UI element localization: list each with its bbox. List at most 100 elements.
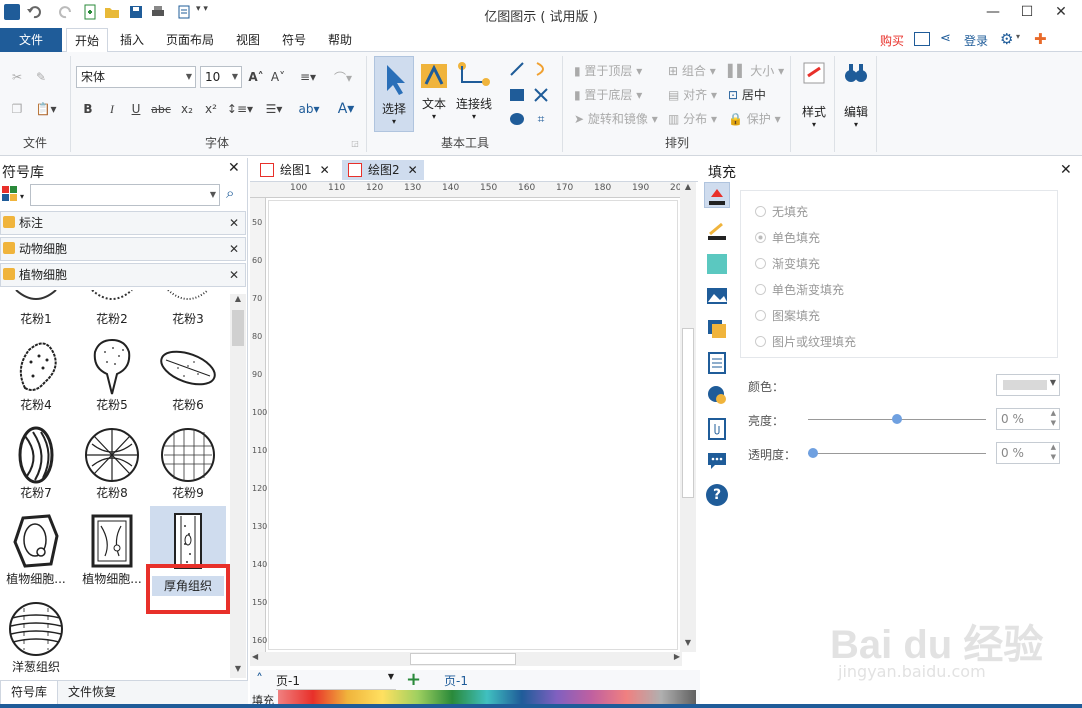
- bullets-icon[interactable]: ☰▾: [260, 100, 288, 118]
- library-close-icon[interactable]: ✕: [229, 238, 239, 260]
- connector-tool-button[interactable]: 连接线 ▾: [454, 60, 494, 132]
- crop-icon[interactable]: ⌗: [532, 110, 550, 128]
- symbol-collenchyma[interactable]: [154, 512, 222, 570]
- font-name-select[interactable]: 宋体 ▼: [76, 66, 196, 88]
- share-icon[interactable]: ⋖: [940, 31, 951, 46]
- library-close-icon[interactable]: ✕: [229, 264, 239, 286]
- color-picker[interactable]: ▼: [996, 374, 1060, 396]
- brightness-slider-thumb[interactable]: [892, 414, 902, 424]
- tab-file-recovery[interactable]: 文件恢复: [68, 681, 116, 705]
- scroll-thumb[interactable]: [682, 328, 694, 498]
- scroll-right-icon[interactable]: ▶: [674, 652, 680, 661]
- scroll-down-icon[interactable]: ▼: [680, 638, 696, 652]
- tab-view[interactable]: 视图: [228, 28, 268, 52]
- superscript-icon[interactable]: x²: [202, 100, 220, 118]
- symbol-pollen-9[interactable]: 花粉9: [154, 426, 222, 501]
- search-icon[interactable]: ⌕: [226, 184, 234, 202]
- library-row-annotation[interactable]: 标注 ✕: [0, 211, 246, 235]
- doc-tab-drawing-1[interactable]: 绘图1 ✕: [254, 160, 336, 180]
- format-painter-icon[interactable]: ✎: [32, 68, 50, 86]
- library-row-animal-cell[interactable]: 动物细胞 ✕: [0, 237, 246, 261]
- center-button[interactable]: ⊡ 居中: [728, 86, 766, 103]
- hyperlink-panel-icon[interactable]: [706, 384, 728, 406]
- share-screen-icon[interactable]: [914, 32, 930, 46]
- arc-shape-icon[interactable]: [532, 60, 550, 78]
- tab-help[interactable]: 帮助: [320, 28, 360, 52]
- transparency-slider-thumb[interactable]: [808, 448, 818, 458]
- font-shrink-icon[interactable]: A˅: [268, 68, 288, 86]
- doc-tab-drawing-2[interactable]: 绘图2 ✕: [342, 160, 424, 180]
- edit-button[interactable]: 编辑 ▾: [838, 60, 874, 140]
- symbol-pollen-1[interactable]: 花粉1: [2, 290, 70, 327]
- symbol-pollen-3[interactable]: 花粉3: [154, 290, 222, 327]
- scroll-down-icon[interactable]: ▼: [230, 664, 246, 678]
- transparency-slider[interactable]: [808, 453, 986, 454]
- page-collapse-icon[interactable]: ˄: [256, 672, 263, 688]
- tab-insert[interactable]: 插入: [112, 28, 152, 52]
- font-size-select[interactable]: 10 ▼: [200, 66, 242, 88]
- symbol-pollen-6[interactable]: 花粉6: [154, 338, 222, 413]
- rotate-mirror-button[interactable]: ➤ 旋转和镜像 ▾: [574, 110, 658, 127]
- underline-icon[interactable]: U: [128, 100, 144, 118]
- symbol-plant-cell-2[interactable]: 植物细胞...: [78, 512, 146, 587]
- brightness-input[interactable]: 0 % ▲ ▼: [996, 408, 1060, 430]
- tab-symbols[interactable]: 符号: [274, 28, 314, 52]
- scroll-thumb[interactable]: [410, 653, 516, 665]
- radio-picture-texture-fill[interactable]: 图片或纹理填充: [755, 333, 856, 350]
- add-page-icon[interactable]: +: [406, 669, 421, 690]
- cross-connector-icon[interactable]: [532, 86, 550, 104]
- login-link[interactable]: 登录: [964, 32, 988, 49]
- radio-gradient-fill[interactable]: 渐变填充: [755, 255, 820, 272]
- symbol-pollen-5[interactable]: 花粉5: [78, 338, 146, 413]
- text-highlight-icon[interactable]: ab▾: [294, 100, 324, 118]
- radio-no-fill[interactable]: 无填充: [755, 203, 808, 220]
- color-palette[interactable]: [278, 690, 696, 704]
- library-grid-icon[interactable]: [2, 186, 18, 202]
- canvas-horizontal-scrollbar[interactable]: ◀ ▶: [250, 652, 682, 666]
- ellipse-shape-icon[interactable]: [508, 110, 526, 128]
- cut-icon[interactable]: ✂: [8, 68, 26, 86]
- radio-pattern-fill[interactable]: 图案填充: [755, 307, 820, 324]
- send-to-back-button[interactable]: ▮ 置于底层 ▾: [574, 86, 642, 103]
- radio-solid-fill[interactable]: 单色填充: [755, 229, 820, 246]
- settings-gear-icon[interactable]: ⚙: [1000, 30, 1013, 48]
- doc-tab-close-icon[interactable]: ✕: [320, 163, 330, 177]
- tab-page-layout[interactable]: 页面布局: [158, 28, 222, 52]
- subscript-icon[interactable]: x₂: [178, 100, 196, 118]
- radio-single-gradient-fill[interactable]: 单色渐变填充: [755, 281, 844, 298]
- library-dropdown-icon[interactable]: ▾: [20, 192, 24, 201]
- help-icon[interactable]: ?: [706, 484, 728, 506]
- line-shape-icon[interactable]: [508, 60, 526, 78]
- attachment-panel-icon[interactable]: [707, 418, 727, 440]
- align-icon[interactable]: ≡▾: [296, 68, 320, 86]
- settings-dropdown-icon[interactable]: ▾: [1016, 32, 1020, 41]
- paragraph-spacing-icon[interactable]: ↕≡▾: [226, 100, 254, 118]
- canvas-vertical-scrollbar[interactable]: ▲ ▼: [680, 182, 696, 652]
- tab-home[interactable]: 开始: [66, 28, 109, 53]
- strikethrough-icon[interactable]: abc: [150, 100, 172, 118]
- maximize-icon[interactable]: ☐: [1012, 2, 1042, 24]
- align-button[interactable]: ▤ 对齐 ▾: [668, 86, 717, 103]
- fill-panel-icon[interactable]: [704, 182, 730, 208]
- symbol-pollen-8[interactable]: 花粉8: [78, 426, 146, 501]
- paste-icon[interactable]: 📋▾: [32, 100, 60, 118]
- copy-icon[interactable]: ❐: [8, 100, 26, 118]
- symbol-pollen-4[interactable]: 花粉4: [2, 338, 70, 413]
- bring-to-front-button[interactable]: ▮ 置于顶层 ▾: [574, 62, 642, 79]
- buy-link[interactable]: 购买: [880, 32, 904, 49]
- scroll-left-icon[interactable]: ◀: [252, 652, 258, 661]
- drawing-page[interactable]: [268, 200, 678, 650]
- transparency-input[interactable]: 0 % ▲ ▼: [996, 442, 1060, 464]
- page-panel-icon[interactable]: [707, 352, 727, 374]
- file-menu-button[interactable]: 文件: [0, 28, 62, 52]
- scroll-up-icon[interactable]: ▲: [230, 294, 246, 308]
- symbol-pollen-7[interactable]: 花粉7: [2, 426, 70, 501]
- size-button[interactable]: ▌▌ 大小 ▾: [728, 62, 784, 79]
- symbol-search-input[interactable]: ▼: [30, 184, 220, 206]
- library-row-plant-cell[interactable]: 植物细胞 ✕: [0, 263, 246, 287]
- page-tab[interactable]: 页-1: [444, 672, 468, 689]
- fill-panel-close-icon[interactable]: ✕: [1060, 162, 1072, 178]
- shadow-panel-icon[interactable]: [707, 254, 727, 274]
- close-icon[interactable]: ✕: [1046, 2, 1076, 24]
- scroll-thumb[interactable]: [232, 310, 244, 346]
